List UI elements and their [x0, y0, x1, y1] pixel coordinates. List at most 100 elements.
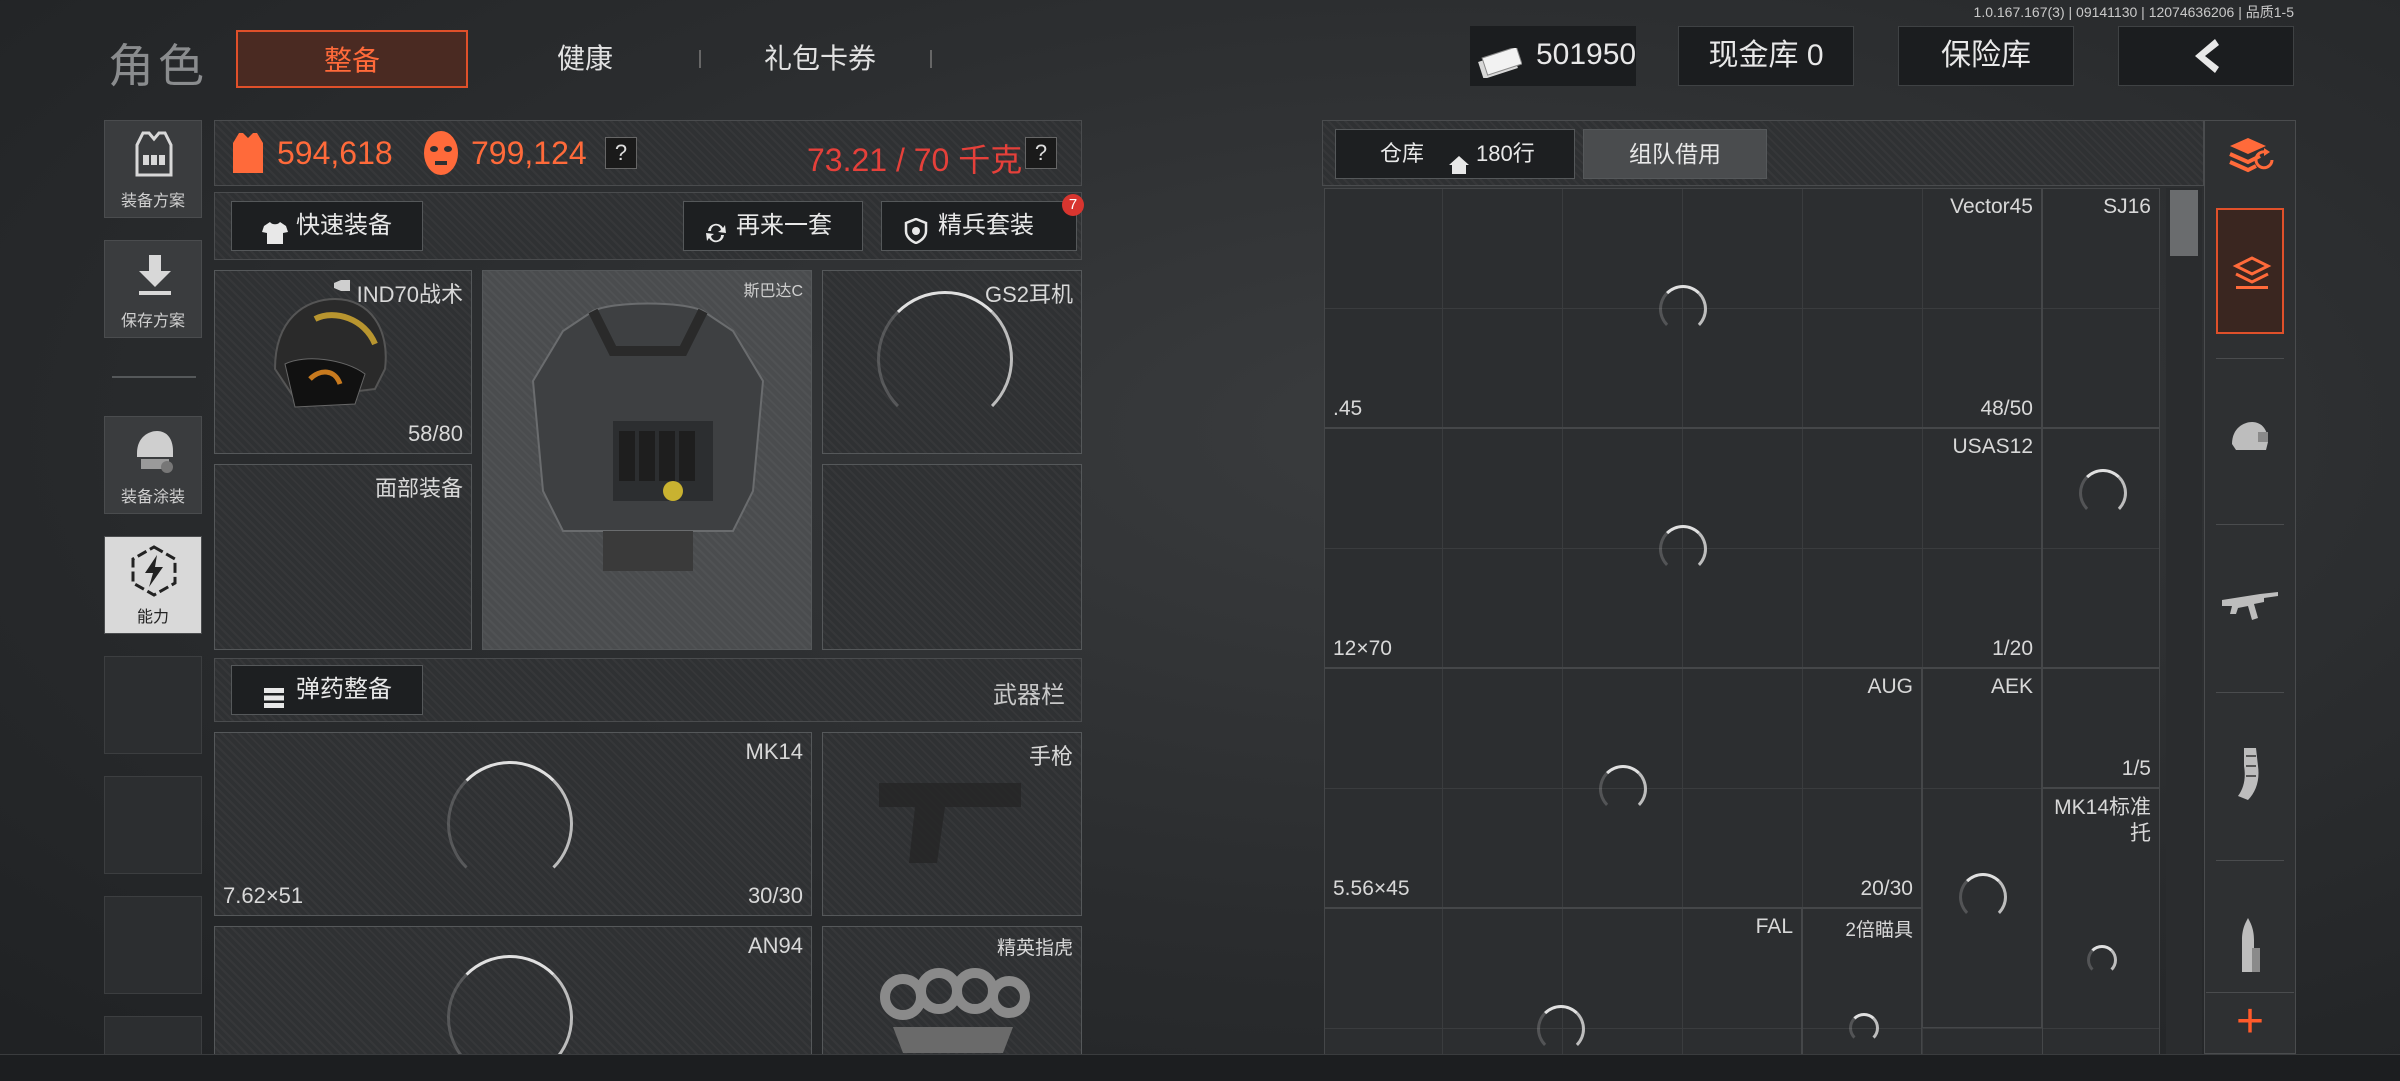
item-name: AEK — [1990, 675, 2033, 698]
stats-help-button[interactable]: ? — [605, 137, 637, 169]
weight-help-button[interactable]: ? — [1025, 137, 1057, 169]
face-slot-label: 面部装备 — [374, 476, 463, 501]
sidebar-empty-slot — [104, 1016, 202, 1056]
stash-button[interactable] — [2216, 208, 2284, 334]
loading-spinner-icon — [447, 761, 573, 887]
cash-vault-button[interactable]: 现金库 0 — [1678, 26, 1854, 86]
safe-vault-button[interactable]: 保险库 — [1898, 26, 2074, 86]
empty-gear-slot[interactable] — [822, 464, 1082, 650]
filter-magazine-button[interactable] — [2206, 700, 2294, 850]
tab-team-borrow[interactable]: 组队借用 — [1583, 129, 1767, 179]
cash-icon — [1478, 40, 1523, 80]
primary-weapon-ammo: 30/30 — [747, 883, 803, 908]
storage-tab-label: 仓库 — [1380, 141, 1425, 166]
tab-storage[interactable]: 仓库 180行 — [1335, 129, 1575, 179]
storage-item-fal[interactable]: FAL — [1324, 908, 1802, 1058]
sidebar-empty-slot — [104, 776, 202, 874]
armor-image — [503, 291, 793, 616]
storage-item-2x-scope[interactable]: 2倍瞄具 — [1802, 908, 1922, 1058]
item-caliber: .45 — [1333, 397, 1363, 420]
face-slot[interactable]: 面部装备 — [214, 464, 472, 650]
storage-item-usas12[interactable]: USAS12 12×70 1/20 — [1324, 428, 2042, 668]
again-label: 再来一套 — [736, 212, 832, 239]
bottom-bar — [0, 1054, 2400, 1081]
mask-value: 799,124 — [471, 135, 587, 171]
loading-spinner-icon — [2087, 945, 2117, 975]
loadout-action-bar: 快速装备 再来一套 精兵套装 7 — [214, 192, 1084, 260]
storage-grid: Vector45 .45 48/50 SJ16 USAS12 12×70 1/2… — [1324, 188, 2160, 1058]
add-button[interactable]: + — [2206, 992, 2294, 1054]
item-count: 20/30 — [1860, 877, 1913, 900]
loading-spinner-icon — [1659, 285, 1707, 333]
ammo-loadout-button[interactable]: 弹药整备 — [231, 665, 423, 715]
tab-gift-cards[interactable]: 礼包卡券 — [740, 30, 900, 88]
item-name: Vector45 — [1950, 195, 2033, 218]
item-name: FAL — [1755, 915, 1793, 938]
ammo-icon — [262, 679, 286, 727]
secondary-weapon-slot[interactable]: AN94 — [214, 926, 812, 1081]
armor-name: 斯巴达C — [743, 283, 803, 300]
item-count: 1/20 — [1992, 637, 2033, 660]
primary-weapon-caliber: 7.62×51 — [223, 883, 304, 908]
layers-refresh-button[interactable] — [2216, 124, 2284, 190]
melee-name: 精英指虎 — [996, 938, 1073, 959]
storage-item-mk14-stock[interactable]: MK14标准托 — [2042, 788, 2160, 1058]
primary-weapon-name: MK14 — [745, 739, 803, 764]
storage-item-aug[interactable]: AUG 5.56×45 20/30 — [1324, 668, 1922, 908]
tab-health[interactable]: 健康 — [500, 30, 670, 88]
storage-item-ammo-box[interactable]: 1/5 — [2042, 668, 2160, 788]
stats-bar: 594,618 799,124 ? 73.21 / 70 千克 ? — [214, 120, 1082, 186]
elite-set-badge: 7 — [1062, 194, 1084, 216]
sidebar-item-save-plan[interactable]: 保存方案 — [104, 240, 202, 338]
pistol-slot[interactable]: 手枪 — [822, 732, 1082, 916]
sidebar-empty-slot — [104, 656, 202, 754]
weapon-bar: 弹药整备 武器栏 — [214, 658, 1082, 722]
item-count: 48/50 — [1980, 397, 2033, 420]
elite-set-button[interactable]: 精兵套装 7 — [881, 194, 1084, 251]
storage-item-unknown[interactable] — [2042, 428, 2160, 668]
scrollbar-thumb[interactable] — [2170, 190, 2198, 256]
quick-equip-label: 快速装备 — [296, 212, 392, 239]
storage-header: 仓库 180行 组队借用 — [1322, 120, 2204, 186]
refresh-icon — [704, 214, 728, 262]
home-icon — [1448, 144, 1470, 192]
item-caliber: 12×70 — [1333, 637, 1392, 660]
stash-icon — [2232, 252, 2272, 297]
sidebar-item-ability[interactable]: 能力 — [104, 536, 202, 634]
sidebar-item-paint[interactable]: 装备涂装 — [104, 416, 202, 514]
item-name: MK14标准托 — [2054, 796, 2151, 845]
storage-item-aek[interactable]: AEK — [1922, 668, 2042, 1028]
storage-scrollbar[interactable] — [2166, 188, 2202, 1058]
primary-weapon-slot[interactable]: MK14 7.62×51 30/30 — [214, 732, 812, 916]
toolbar-divider — [2216, 692, 2284, 693]
armor-slot[interactable]: 斯巴达C — [482, 270, 812, 650]
secondary-weapon-name: AN94 — [747, 933, 803, 958]
storage-item-vector45[interactable]: Vector45 .45 48/50 — [1324, 188, 2042, 428]
sidebar-item-label: 能力 — [136, 609, 169, 626]
again-button[interactable]: 再来一套 — [683, 201, 863, 251]
weight-display: 73.21 / 70 千克 — [807, 142, 1023, 178]
toolbar-divider — [2216, 860, 2284, 861]
tab-divider — [699, 50, 701, 68]
filter-ammo-button[interactable] — [2206, 868, 2294, 988]
headset-slot[interactable]: GS2耳机 — [822, 270, 1082, 454]
back-button[interactable] — [2118, 26, 2294, 86]
helmet-durability: 58/80 — [407, 421, 463, 446]
elite-set-label: 精兵套装 — [938, 212, 1034, 239]
filter-helmet-button[interactable] — [2206, 366, 2294, 516]
page-title: 角色 — [108, 40, 208, 92]
quick-equip-button[interactable]: 快速装备 — [231, 201, 423, 251]
toolbar-divider — [2216, 358, 2284, 359]
loading-spinner-icon — [1599, 765, 1647, 813]
storage-item-sj16[interactable]: SJ16 — [2042, 188, 2160, 428]
sidebar-item-label: 装备方案 — [120, 193, 185, 210]
helmet-icon — [2228, 418, 2272, 463]
sidebar-item-label: 装备涂装 — [120, 489, 185, 506]
tab-loadout[interactable]: 整备 — [236, 30, 468, 88]
helmet-image — [255, 289, 395, 434]
loading-spinner-icon — [1959, 873, 2007, 921]
helmet-slot[interactable]: IND70战术 58/80 — [214, 270, 472, 454]
sidebar-item-loadout-plans[interactable]: 装备方案 — [104, 120, 202, 218]
melee-slot[interactable]: 精英指虎 — [822, 926, 1082, 1058]
filter-rifle-button[interactable] — [2206, 532, 2294, 682]
